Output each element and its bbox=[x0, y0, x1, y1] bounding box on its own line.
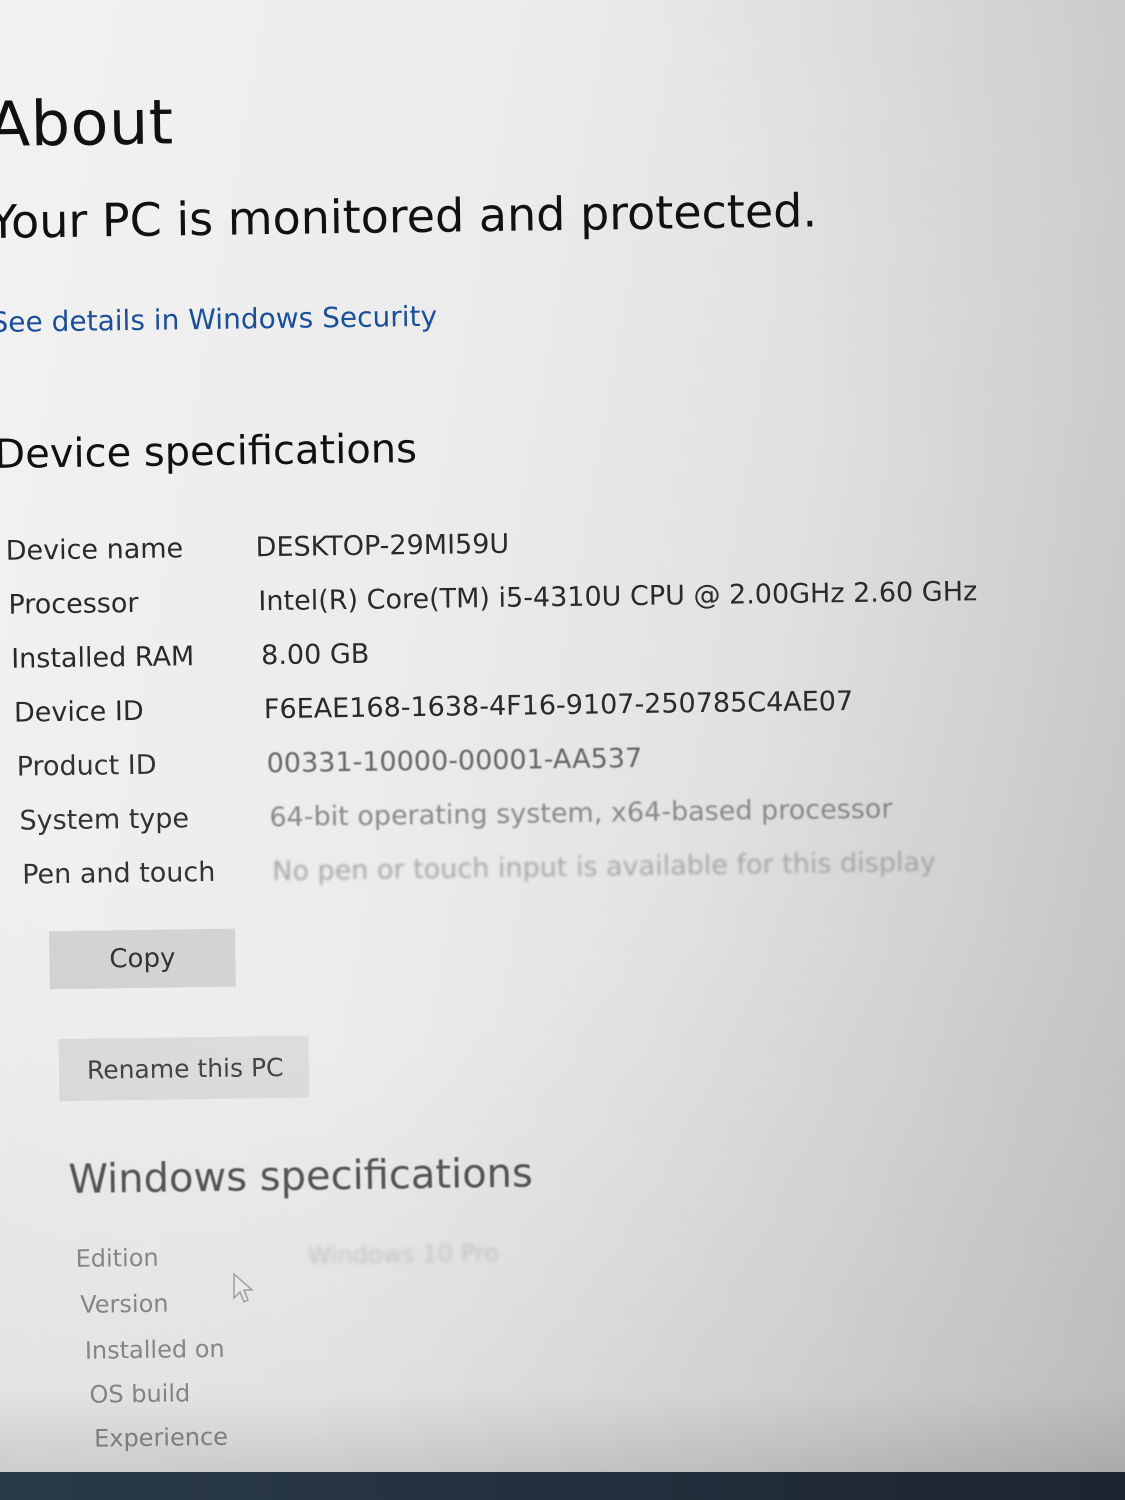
spec-label: OS build bbox=[89, 1379, 191, 1409]
spec-row-experience: Experience bbox=[94, 1411, 1094, 1465]
spec-row-processor: Processor Intel(R) Core(TM) i5-4310U CPU… bbox=[8, 576, 1008, 630]
spec-label: Edition bbox=[75, 1243, 159, 1273]
spec-value: DESKTOP-29MI59U bbox=[255, 528, 510, 564]
spec-row-system-type: System type 64-bit operating system, x64… bbox=[19, 792, 1019, 846]
spec-label: Installed on bbox=[84, 1334, 225, 1365]
spec-label: Pen and touch bbox=[22, 856, 216, 891]
spec-label: Device name bbox=[5, 533, 184, 567]
about-page: About Your PC is monitored and protected… bbox=[0, 0, 1125, 1500]
spec-row-device-id: Device ID F6EAE168-1638-4F16-9107-250785… bbox=[14, 684, 1014, 738]
spec-row-edition: Edition Windows 10 Pro bbox=[75, 1231, 1075, 1285]
spec-row-pen-and-touch: Pen and touch No pen or touch input is a… bbox=[22, 846, 1022, 900]
spec-value: Windows 10 Pro bbox=[307, 1238, 499, 1270]
spec-label: Installed RAM bbox=[10, 641, 195, 675]
spec-label: Processor bbox=[8, 587, 139, 621]
rename-pc-button[interactable]: Rename this PC bbox=[58, 1035, 310, 1102]
spec-label: Product ID bbox=[16, 749, 157, 783]
spec-label: Device ID bbox=[13, 695, 144, 729]
spec-value: 00331-10000-00001-AA537 bbox=[266, 742, 643, 780]
spec-value: F6EAE168-1638-4F16-9107-250785C4AE07 bbox=[263, 685, 854, 726]
copy-button[interactable]: Copy bbox=[49, 928, 236, 990]
page-title: About bbox=[0, 85, 175, 161]
spec-value: No pen or touch input is available for t… bbox=[271, 846, 937, 888]
mouse-cursor-icon bbox=[233, 1272, 254, 1304]
spec-value: 64-bit operating system, x64-based proce… bbox=[269, 793, 893, 834]
taskbar[interactable] bbox=[0, 1472, 1125, 1500]
windows-specifications-heading: Windows specifications bbox=[68, 1150, 534, 1203]
windows-security-link[interactable]: See details in Windows Security bbox=[0, 300, 437, 339]
spec-label: Experience bbox=[93, 1422, 229, 1453]
settings-window: About Your PC is monitored and protected… bbox=[0, 0, 1125, 1500]
device-specifications-heading: Device specifications bbox=[0, 426, 418, 478]
spec-label: System type bbox=[19, 803, 190, 837]
protection-status-heading: Your PC is monitored and protected. bbox=[0, 183, 818, 249]
spec-row-version: Version bbox=[80, 1277, 1080, 1331]
spec-row-device-name: Device name DESKTOP-29MI59U bbox=[5, 522, 1005, 576]
spec-value: 8.00 GB bbox=[260, 638, 370, 672]
spec-row-installed-ram: Installed RAM 8.00 GB bbox=[11, 630, 1011, 684]
spec-label: Version bbox=[80, 1289, 169, 1319]
spec-row-product-id: Product ID 00331-10000-00001-AA537 bbox=[16, 738, 1016, 792]
spec-value: Intel(R) Core(TM) i5-4310U CPU @ 2.00GHz… bbox=[258, 576, 978, 618]
